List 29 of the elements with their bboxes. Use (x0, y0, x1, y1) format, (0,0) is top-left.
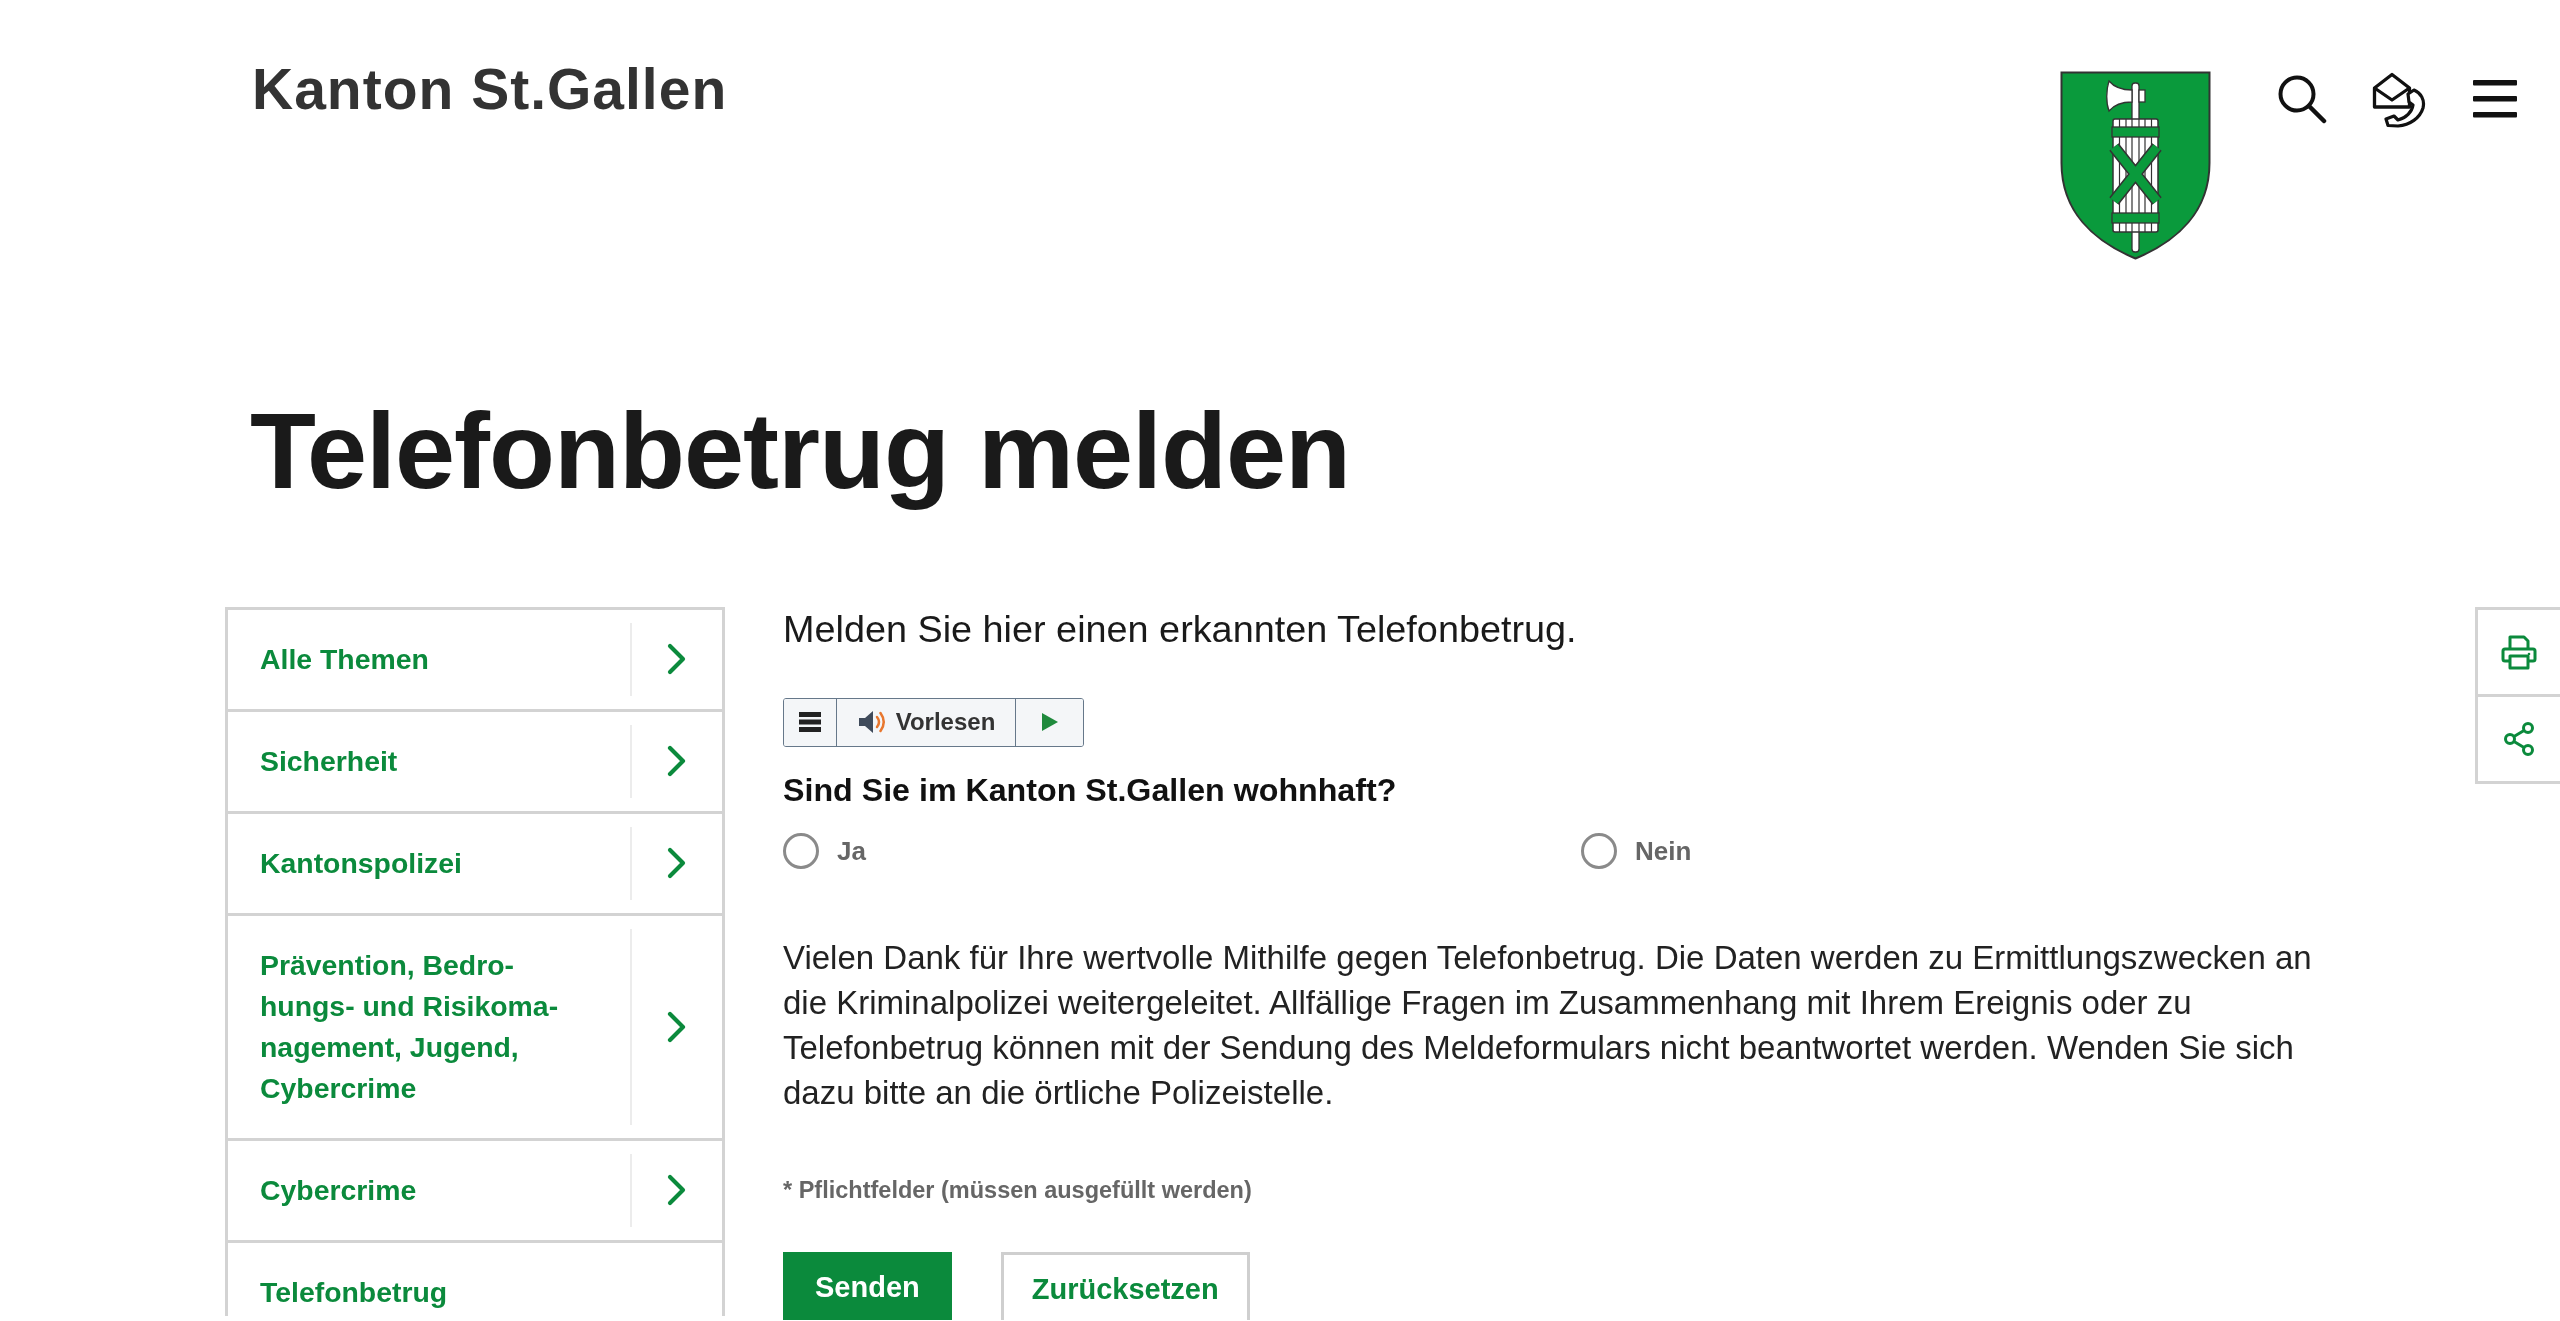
chevron-right-icon (667, 643, 687, 676)
intro-text: Melden Sie hier einen erkannten Telefonbetrug. (783, 606, 1578, 652)
speaker-icon (856, 709, 887, 736)
option-label[interactable]: Nein (1635, 832, 1692, 869)
coat-of-arms-logo[interactable] (2060, 71, 2211, 260)
info-paragraph: Vielen Dank für Ihre wertvolle Mithilfe gegen Telefonbetrug. Die Daten werden zu Ermittlungszwecken an die Kriminalpolizei weitergeleitet. Allfällige Fragen im Zusammenhang mit Ihrem Ereignis oder zu Telefonbetrug können mit der Sendung des Meldeformulars nicht beantwortet werden. Wenden Sie sich dazu bitte an die örtliche Polizeistelle. (783, 937, 2313, 1113)
printer-icon (2501, 634, 2537, 670)
chevron-right-icon (667, 1174, 687, 1207)
reset-button[interactable]: Zurücksetzen (1000, 1251, 1250, 1320)
page-title: Telefonbetrug melden (250, 389, 1351, 513)
option-label[interactable]: Ja (837, 832, 866, 869)
search-icon[interactable] (2277, 74, 2327, 124)
required-fields-note: * Pflichtfelder (müssen ausgefüllt werden) (783, 1175, 1253, 1205)
menu-icon (799, 712, 821, 733)
radio-button[interactable] (783, 832, 819, 869)
menu-button[interactable] (784, 698, 836, 746)
site-name-link[interactable]: Kanton St.Gallen (252, 58, 728, 121)
send-button[interactable]: Senden (783, 1251, 952, 1320)
play-button[interactable] (1015, 698, 1083, 746)
menu-icon[interactable] (2473, 80, 2517, 118)
play-icon (1041, 713, 1058, 732)
read-aloud-button[interactable]: Vorlesen (836, 698, 1015, 746)
radio-button[interactable] (1581, 832, 1617, 869)
share-icon (2503, 722, 2535, 756)
chevron-right-icon (667, 1010, 687, 1043)
envelope-phone-icon[interactable] (2372, 72, 2426, 128)
chevron-right-icon (667, 847, 687, 880)
question-label: Sind Sie im Kanton St.Gallen wohnhaft? (783, 770, 1398, 810)
chevron-right-icon (667, 745, 687, 778)
